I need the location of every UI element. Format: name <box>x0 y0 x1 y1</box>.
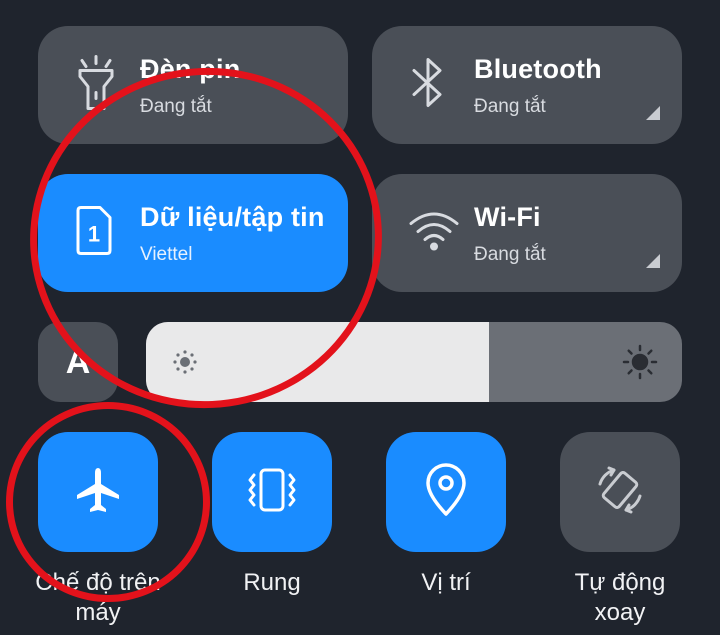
expand-corner-icon[interactable] <box>646 254 660 268</box>
wifi-status: Đang tắt <box>474 244 546 265</box>
vibrate-toggle[interactable] <box>212 432 332 552</box>
bluetooth-status: Đang tắt <box>474 96 546 117</box>
airplane-mode-label: Chế độ trên máy <box>35 569 161 626</box>
brightness-slider[interactable] <box>146 322 682 402</box>
auto-brightness-button[interactable]: A <box>38 322 118 402</box>
flashlight-tile[interactable]: Đèn pin Đang tắt <box>38 26 348 144</box>
flashlight-status: Đang tắt <box>140 96 212 117</box>
vibrate-icon <box>244 465 300 520</box>
wifi-icon <box>408 209 460 258</box>
flashlight-title: Đèn pin <box>140 54 241 84</box>
brightness-high-icon <box>622 344 658 385</box>
flashlight-icon <box>74 55 118 116</box>
bluetooth-title: Bluetooth <box>474 54 602 84</box>
auto-rotate-icon <box>592 462 648 523</box>
location-pin-icon <box>424 462 468 522</box>
wifi-title: Wi-Fi <box>474 202 541 232</box>
mobile-data-tile[interactable]: 1 Dữ liệu/tập tin Viettel <box>38 174 348 292</box>
sim-number: 1 <box>88 222 100 247</box>
airplane-mode-toggle[interactable] <box>38 432 158 552</box>
auto-rotate-label: Tự động xoay <box>574 569 666 626</box>
mobile-data-title: Dữ liệu/tập tin <box>140 202 325 232</box>
mobile-data-carrier: Viettel <box>140 244 193 265</box>
location-toggle[interactable] <box>386 432 506 552</box>
brightness-low-icon <box>172 349 198 380</box>
auto-rotate-toggle[interactable] <box>560 432 680 552</box>
bluetooth-icon <box>408 55 448 116</box>
location-label: Vị trí <box>421 569 471 596</box>
bluetooth-tile[interactable]: Bluetooth Đang tắt <box>372 26 682 144</box>
airplane-icon <box>73 465 123 520</box>
expand-corner-icon[interactable] <box>646 106 660 120</box>
vibrate-label: Rung <box>243 569 301 596</box>
wifi-tile[interactable]: Wi-Fi Đang tắt <box>372 174 682 292</box>
sim-card-icon: 1 <box>74 205 114 262</box>
